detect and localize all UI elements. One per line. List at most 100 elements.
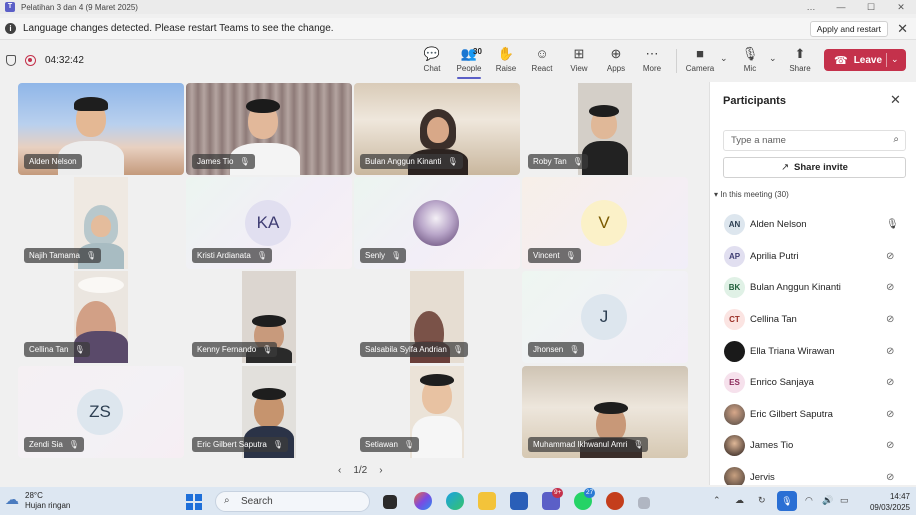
video-tile[interactable]: Alden Nelson <box>18 83 184 175</box>
edge-browser-icon[interactable] <box>446 492 464 510</box>
video-tile[interactable]: Bulan Anggun Kinanti 🎙 <box>354 83 520 175</box>
next-page-icon[interactable]: › <box>379 465 382 476</box>
react-button[interactable]: ☺ React <box>524 46 560 78</box>
participant-row[interactable]: James Tio ⊘ <box>710 430 916 462</box>
shield-icon[interactable] <box>6 55 16 66</box>
people-label: People <box>456 64 482 73</box>
participant-name-tag: Kenny Fernando 🎙 <box>192 342 278 357</box>
apply-restart-button[interactable]: Apply and restart <box>809 21 888 37</box>
video-tile[interactable]: Setiawan 🎙 <box>354 366 520 458</box>
participant-row[interactable]: AN Alden Nelson 🎙 <box>710 209 916 241</box>
participant-row[interactable]: Ella Triana Wirawan ⊘ <box>710 335 916 367</box>
leave-options-chevron-icon[interactable]: ⌄ <box>891 54 899 65</box>
recording-icon[interactable] <box>25 55 36 66</box>
previous-page-icon[interactable]: ‹ <box>338 465 341 476</box>
microsoft-store-icon[interactable] <box>510 492 528 510</box>
view-icon: ⊞ <box>573 46 585 61</box>
mic-muted-icon: ⊘ <box>886 472 895 484</box>
video-tile[interactable]: V Vincent 🎙 <box>522 177 688 269</box>
search-icon[interactable]: ⌕ <box>893 134 899 145</box>
mic-button[interactable]: 🎙 Mic <box>732 46 768 78</box>
volume-icon[interactable]: 🔊 <box>822 495 833 506</box>
participant-row[interactable]: BK Bulan Anggun Kinanti ⊘ <box>710 272 916 304</box>
in-meeting-section-header[interactable]: ▾ In this meeting (30) <box>714 190 789 199</box>
more-button[interactable]: ⋯ More <box>634 46 670 78</box>
close-window-icon[interactable]: ✕ <box>886 0 916 14</box>
teams-icon[interactable]: 9+ <box>542 488 564 510</box>
participant-search-input[interactable] <box>731 131 881 150</box>
participant-name-tag: Setiawan 🎙 <box>360 437 420 452</box>
taskbar-clock[interactable]: 14:47 09/03/2025 <box>862 491 910 513</box>
video-tile[interactable]: Cellina Tan 🎙 <box>18 271 184 363</box>
share-invite-button[interactable]: ↗ Share invite <box>723 157 906 178</box>
video-tile[interactable]: J Jhonsen 🎙 <box>522 271 688 363</box>
participant-name: Aprilia Putri <box>750 250 799 262</box>
chat-label: Chat <box>423 64 441 73</box>
weather-widget[interactable]: ☁ 28°C Hujan ringan <box>5 491 70 511</box>
participant-name: Senly <box>365 251 386 260</box>
mic-icon: 🎙 <box>741 46 759 61</box>
task-view-icon[interactable] <box>383 495 397 509</box>
video-tile[interactable]: Roby Tan 🎙 <box>522 83 688 175</box>
mic-muted-icon: ⊘ <box>886 282 895 294</box>
tray-app-icon[interactable]: ☁ <box>735 495 744 506</box>
participant-name: Eric Gilbert Saputra <box>197 440 267 449</box>
powerpoint-icon[interactable] <box>606 492 624 510</box>
muted-mic-icon: 🎙 <box>68 440 79 449</box>
participant-row[interactable]: Eric Gilbert Saputra ⊘ <box>710 399 916 431</box>
participant-name: Vincent <box>533 251 560 260</box>
video-tile[interactable]: Kenny Fernando 🎙 <box>186 271 352 363</box>
show-hidden-icons-chevron-icon[interactable]: ⌃ <box>713 495 721 506</box>
mic-options-chevron-icon[interactable]: ⌄ <box>769 53 777 64</box>
camera-icon: ■ <box>696 46 704 61</box>
whatsapp-icon[interactable]: 27 <box>574 488 596 510</box>
share-button[interactable]: ⬆ Share <box>782 46 818 78</box>
react-icon: ☺ <box>535 46 549 61</box>
participant-avatar: AN <box>724 214 745 236</box>
muted-mic-icon: 🎙 <box>239 157 250 166</box>
participant-avatar: CT <box>724 309 745 331</box>
participant-row[interactable]: Jervis ⊘ <box>710 462 916 485</box>
camera-options-chevron-icon[interactable]: ⌄ <box>720 53 728 64</box>
people-button[interactable]: 👥 30 People <box>451 46 487 79</box>
muted-mic-icon: 🎙 <box>74 345 85 354</box>
page-indicator: 1/2 <box>353 465 368 476</box>
video-tile[interactable]: Salsabila Sylfa Andrian 🎙 <box>354 271 520 363</box>
participant-row[interactable]: AP Aprilia Putri ⊘ <box>710 241 916 273</box>
view-button[interactable]: ⊞ View <box>561 46 597 78</box>
file-explorer-icon[interactable] <box>478 492 496 510</box>
camera-button[interactable]: ■ Camera <box>682 46 718 78</box>
battery-icon[interactable]: ▭ <box>840 495 849 506</box>
leave-button[interactable]: ☎ Leave ⌄ <box>824 49 906 71</box>
video-tile[interactable]: Senly 🎙 <box>354 177 520 269</box>
raise-hand-button[interactable]: ✋ Raise <box>488 46 524 78</box>
leave-separator <box>886 53 887 67</box>
participant-name: Cellina Tan <box>750 314 797 326</box>
chat-button[interactable]: 💬 Chat <box>414 46 450 78</box>
raise-label: Raise <box>495 64 517 73</box>
participant-name-tag: Kristi Ardianata 🎙 <box>192 248 272 263</box>
more-options-icon[interactable]: … <box>796 0 826 14</box>
sync-status-icon[interactable]: ↻ <box>758 495 766 506</box>
wifi-icon[interactable]: ◠ <box>805 495 813 506</box>
microphone-in-use-icon[interactable]: 🎙 <box>777 491 797 511</box>
taskbar-search[interactable]: ⌕ Search <box>215 491 370 512</box>
close-panel-icon[interactable]: ✕ <box>890 92 901 108</box>
video-tile[interactable]: Muhammad Ikhwanul Amri 🎙 <box>522 366 688 458</box>
minimize-icon[interactable]: — <box>826 0 856 14</box>
start-button-icon[interactable] <box>186 494 202 510</box>
dismiss-notification-icon[interactable]: ✕ <box>897 21 908 37</box>
video-tile[interactable]: KA Kristi Ardianata 🎙 <box>186 177 352 269</box>
participant-row[interactable]: ES Enrico Sanjaya ⊘ <box>710 367 916 399</box>
search-icon: ⌕ <box>224 495 230 506</box>
snipping-tool-icon[interactable] <box>638 497 650 509</box>
maximize-icon[interactable]: ☐ <box>856 0 886 14</box>
participant-row[interactable]: CT Cellina Tan ⊘ <box>710 304 916 336</box>
toolbar-divider <box>676 49 677 73</box>
video-tile[interactable]: ZS Zendi Sia 🎙 <box>18 366 184 458</box>
video-tile[interactable]: Eric Gilbert Saputra 🎙 <box>186 366 352 458</box>
apps-button[interactable]: ⊕ Apps <box>598 46 634 78</box>
copilot-icon[interactable] <box>414 492 432 510</box>
video-tile[interactable]: James Tio 🎙 <box>186 83 352 175</box>
video-tile[interactable]: Najih Tamama 🎙 <box>18 177 184 269</box>
